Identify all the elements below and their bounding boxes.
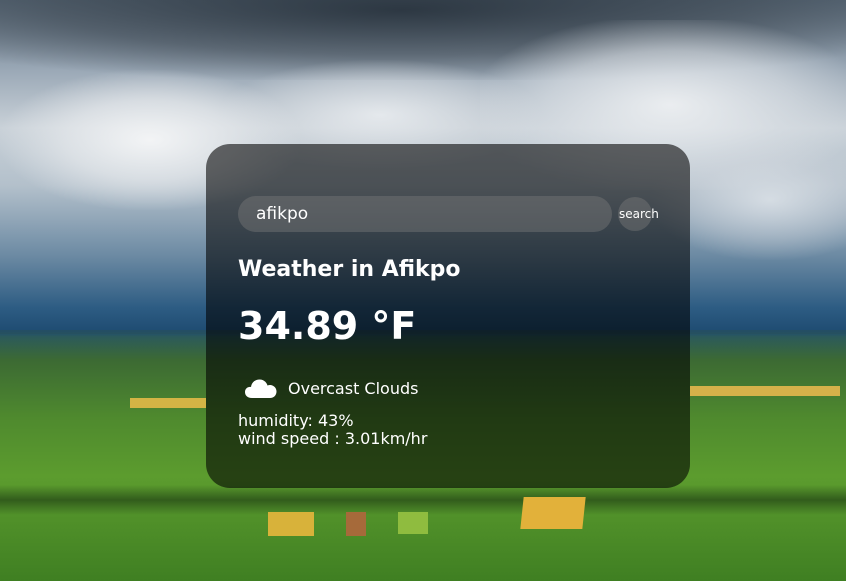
- temperature-value: 34.89 °F: [238, 304, 417, 348]
- field-patch: [520, 497, 586, 529]
- field-patch: [398, 512, 428, 534]
- city-title: Weather in Afikpo: [238, 257, 461, 282]
- field-patch: [268, 512, 314, 536]
- field-patch: [130, 398, 206, 408]
- field-patch: [346, 512, 366, 536]
- humidity-value: humidity: 43%: [238, 411, 354, 430]
- field-shadow: [0, 485, 846, 515]
- weather-description: Overcast Clouds: [288, 379, 419, 398]
- field-patch: [690, 386, 840, 396]
- cloud-icon: [245, 379, 277, 398]
- search-input[interactable]: [238, 196, 612, 232]
- weather-card: search Weather in Afikpo 34.89 °F Overca…: [206, 144, 690, 488]
- wind-speed-value: wind speed : 3.01km/hr: [238, 429, 428, 448]
- weather-description-row: Overcast Clouds: [238, 376, 658, 402]
- search-bar: search: [238, 196, 659, 232]
- search-button[interactable]: search: [618, 197, 659, 231]
